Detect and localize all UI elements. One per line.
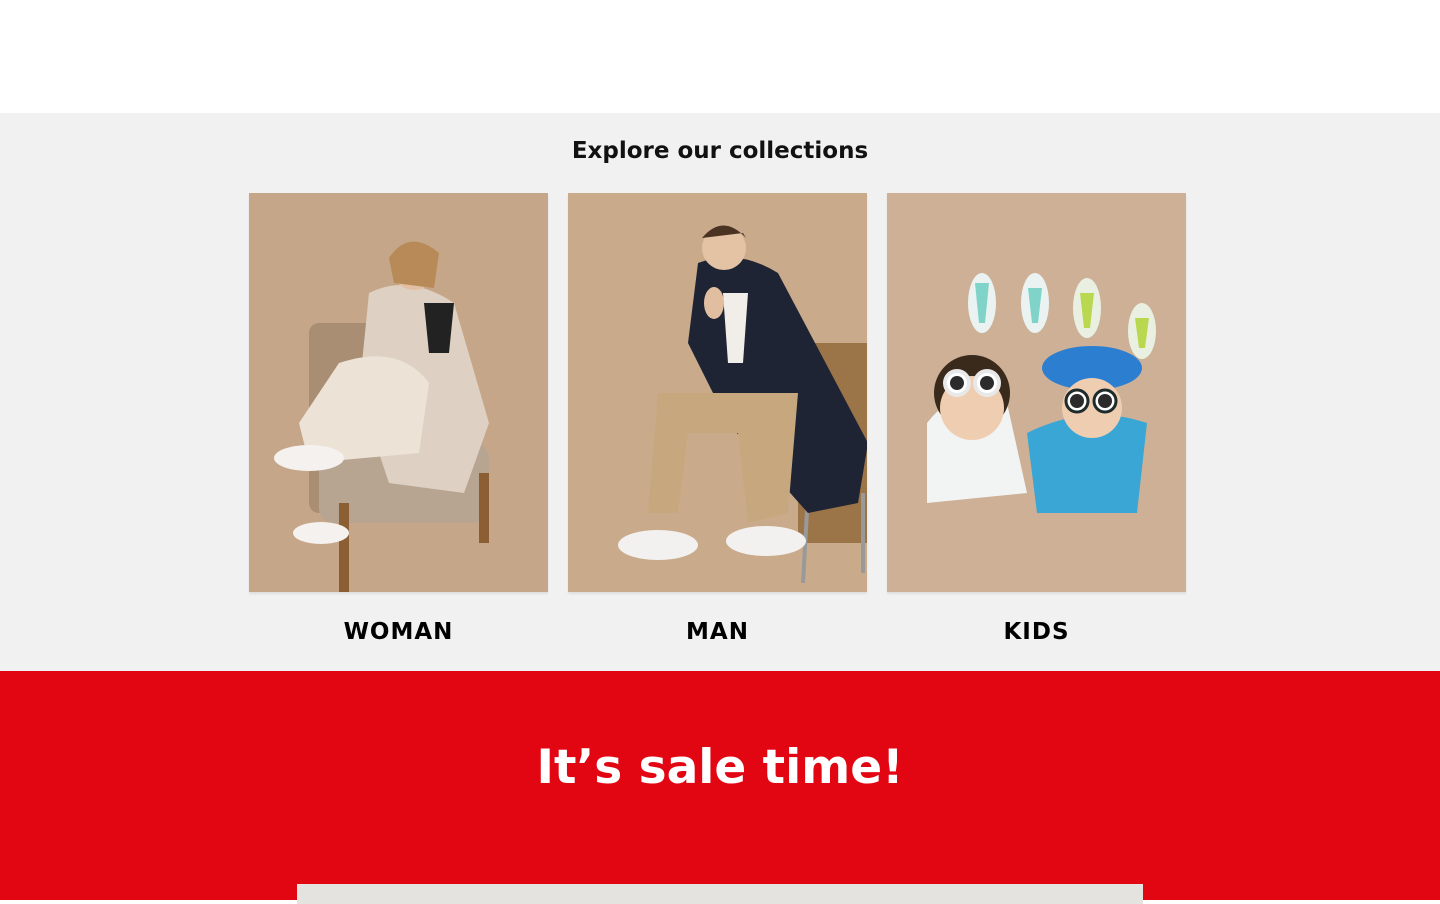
woman-collection-image	[249, 193, 548, 592]
collection-label-man[interactable]: MAN	[568, 618, 867, 646]
man-collection-image	[568, 193, 867, 592]
sale-title: It’s sale time!	[536, 740, 904, 795]
header-band	[0, 0, 1440, 113]
collection-label-kids[interactable]: KIDS	[887, 618, 1186, 646]
collection-card-woman[interactable]: WOMAN	[249, 193, 548, 646]
collection-card-man[interactable]: MAN	[568, 193, 867, 646]
sale-banner-image[interactable]	[297, 884, 1143, 904]
collections-title: Explore our collections	[571, 138, 869, 164]
kids-collection-image	[887, 193, 1186, 592]
collection-label-woman[interactable]: WOMAN	[249, 618, 548, 646]
collection-card-kids[interactable]: KIDS	[887, 193, 1186, 646]
